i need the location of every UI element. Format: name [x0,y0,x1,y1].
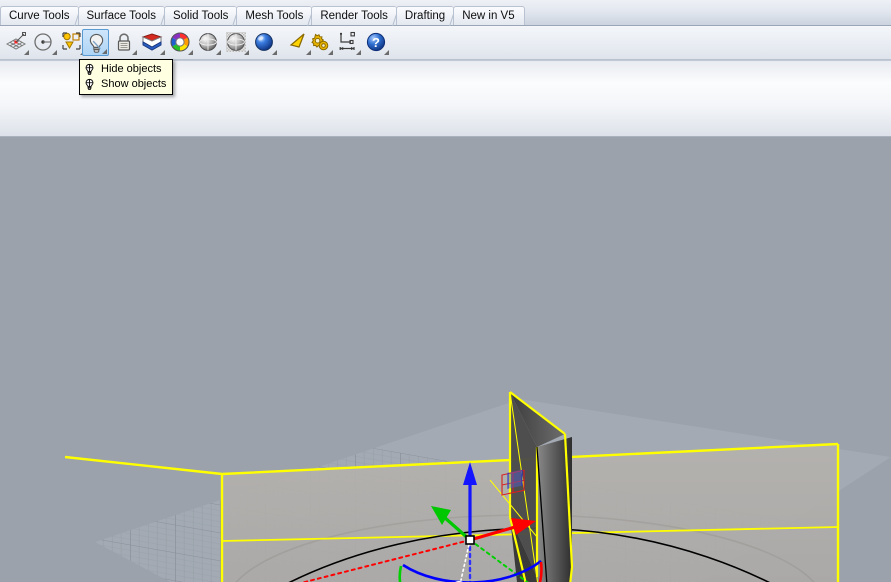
help-question-icon-button[interactable]: ? [362,28,390,56]
menu-item-show-objects[interactable]: Show objects [80,77,172,92]
tab-curve-tools[interactable]: Curve Tools [0,6,79,25]
flyout-corner-marker [216,50,221,55]
ghosted-sphere-icon-button[interactable] [222,28,250,56]
viewport-scene [0,137,891,582]
tab-label: Curve Tools [9,10,70,22]
gumball-origin-point [465,535,475,545]
dimension-icon-button[interactable] [334,28,362,56]
tab-new-in-v5[interactable]: New in V5 [453,6,525,25]
flyout-corner-marker [160,50,165,55]
shaded-sphere-icon-button[interactable] [194,28,222,56]
flyout-corner-marker [52,50,57,55]
grid-cplane-icon-button[interactable] [2,28,30,56]
gear-settings-icon-button[interactable] [306,28,334,56]
svg-text:?: ? [372,35,380,50]
application-window: Curve Tools Surface Tools Solid Tools Me… [0,0,891,582]
lightbulb-icon-button[interactable] [82,29,109,56]
tab-surface-tools[interactable]: Surface Tools [77,6,165,25]
tab-label: New in V5 [462,10,515,22]
tab-render-tools[interactable]: Render Tools [311,6,397,25]
menu-item-hide-objects[interactable]: Hide objects [80,62,172,77]
lightbulb-flyout-menu: Hide objects Show objects [79,59,173,95]
main-toolbar: ? [0,26,891,60]
lock-icon-button[interactable] [110,28,138,56]
flyout-corner-marker [356,50,361,55]
flyout-corner-marker [132,50,137,55]
layers-stack-icon-button[interactable] [138,28,166,56]
tab-mesh-tools[interactable]: Mesh Tools [236,6,313,25]
circle-center-icon-button[interactable] [30,28,58,56]
flyout-corner-marker [24,50,29,55]
tab-solid-tools[interactable]: Solid Tools [163,6,238,25]
menu-item-label: Hide objects [101,63,162,75]
flyout-corner-marker [188,50,193,55]
tab-label: Mesh Tools [245,10,304,22]
toolbar-tab-bar: Curve Tools Surface Tools Solid Tools Me… [0,0,891,26]
flyout-corner-marker [102,49,107,54]
lightbulb-on-icon [83,78,98,92]
color-wheel-icon-button[interactable] [166,28,194,56]
tab-drafting[interactable]: Drafting [395,6,455,25]
tab-label: Solid Tools [172,10,229,22]
flyout-corner-marker [244,50,249,55]
rendered-sphere-icon-button[interactable] [250,28,278,56]
flyout-corner-marker [272,50,277,55]
menu-item-label: Show objects [101,78,167,90]
tab-label: Render Tools [320,10,388,22]
tab-label: Drafting [404,10,446,22]
tab-label: Surface Tools [86,10,156,22]
flyout-corner-marker [384,50,389,55]
lightbulb-off-icon [83,63,98,77]
perspective-viewport[interactable] [0,137,891,582]
flyout-corner-marker [328,50,333,55]
